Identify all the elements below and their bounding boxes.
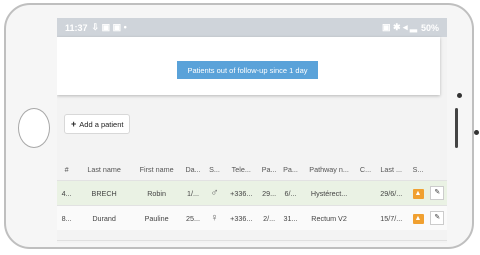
cell-first-name: Robin — [131, 180, 182, 206]
col-status[interactable]: S... — [408, 158, 427, 181]
pencil-icon[interactable]: ✎ — [430, 186, 445, 200]
battery-level: 50% — [420, 22, 439, 33]
divider — [57, 240, 447, 241]
camera-dot — [457, 93, 462, 98]
col-number[interactable]: # — [57, 158, 76, 181]
col-sex[interactable]: S... — [205, 158, 224, 181]
col-last-name[interactable]: Last name — [76, 158, 132, 181]
col-pa-2[interactable]: Pa... — [280, 158, 301, 181]
col-first-name[interactable]: First name — [132, 158, 181, 181]
patients-table: # Last name First name Da... S... Tele..… — [57, 158, 447, 230]
cell-date: 25... — [181, 205, 205, 230]
cell-status: ▲ — [408, 180, 428, 206]
cell-pa-1: 2/... — [258, 205, 280, 230]
pencil-icon[interactable]: ✎ — [430, 211, 445, 225]
warning-icon[interactable]: ▲ — [412, 188, 424, 199]
system-icons: ▣ ✱ ◂ ▂ — [381, 22, 417, 32]
table-row[interactable]: 8... Durand Pauline 25... ♀ +336... 2/..… — [57, 205, 447, 230]
patients-out-of-followup-button[interactable]: Patients out of follow-up since 1 day — [177, 61, 318, 79]
phone-speaker — [455, 108, 458, 148]
col-last-date[interactable]: Last ... — [374, 158, 408, 181]
add-patient-label: Add a patient — [79, 119, 124, 129]
app-screen: 11:37 ⇩ ▣ ▣ • ▣ ✱ ◂ ▂ 50% Patients out o… — [57, 18, 447, 243]
cell-pathway: Hystérect... — [301, 180, 357, 206]
col-pa-1[interactable]: Pa... — [258, 158, 279, 181]
alert-card: Patients out of follow-up since 1 day — [57, 37, 440, 95]
cell-c — [356, 205, 375, 230]
cell-last-date: 29/6/... — [374, 180, 409, 206]
cell-first-name: Pauline — [131, 205, 182, 230]
plus-icon: + — [71, 119, 77, 129]
cell-c — [356, 180, 375, 206]
cell-date: 1/... — [181, 180, 205, 206]
col-date[interactable]: Da... — [181, 158, 205, 181]
notification-icons: ⇩ ▣ ▣ • — [91, 22, 127, 32]
cell-pathway: Rectum V2 — [301, 205, 357, 230]
sensor-dot — [474, 130, 479, 135]
cell-status: ▲ — [408, 205, 428, 230]
col-c[interactable]: C... — [357, 158, 374, 181]
clock: 11:37 — [65, 22, 88, 33]
female-icon: ♀ — [204, 205, 225, 230]
table-row[interactable]: 4... BRECH Robin 1/... ♂ +336... 29... 6… — [57, 180, 447, 206]
cell-last-name: Durand — [76, 205, 132, 230]
col-telephone[interactable]: Tele... — [224, 158, 258, 181]
status-bar: 11:37 ⇩ ▣ ▣ • ▣ ✱ ◂ ▂ 50% — [57, 18, 447, 37]
table-header-row: # Last name First name Da... S... Tele..… — [57, 158, 447, 181]
cell-last-name: BRECH — [76, 180, 132, 206]
cell-pa-1: 29... — [258, 180, 280, 206]
home-button[interactable] — [18, 108, 50, 148]
cell-number: 4... — [57, 180, 77, 206]
warning-icon[interactable]: ▲ — [412, 213, 424, 224]
add-patient-button[interactable]: + Add a patient — [64, 114, 131, 134]
cell-last-date: 15/7/... — [374, 205, 409, 230]
cell-telephone: +336... — [224, 180, 259, 206]
cell-actions: ✎ — [427, 205, 447, 230]
col-actions — [428, 158, 447, 181]
cell-number: 8... — [57, 205, 77, 230]
cell-pa-2: 6/... — [279, 180, 302, 206]
male-icon: ♂ — [204, 180, 225, 206]
cell-telephone: +336... — [224, 205, 259, 230]
cell-actions: ✎ — [427, 180, 447, 206]
col-pathway[interactable]: Pathway n... — [301, 158, 357, 181]
cell-pa-2: 31... — [279, 205, 302, 230]
